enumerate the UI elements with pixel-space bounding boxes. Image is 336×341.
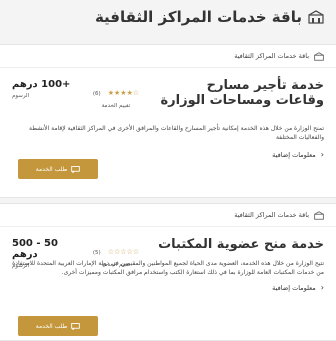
rating-count: (6)	[92, 91, 101, 97]
service-description: تمنح الوزارة من خلال هذه الخدمة إمكانية …	[28, 125, 324, 141]
rating-stars: ☆☆☆☆☆	[107, 248, 140, 256]
price-label: الرسوم	[12, 263, 30, 269]
service-card: باقة خدمات المراكز الثقافية خدمة تأجير م…	[0, 44, 336, 198]
more-info-link[interactable]: ‹ معلومات إضافية	[0, 150, 336, 159]
card-category: باقة خدمات المراكز الثقافية	[0, 45, 336, 68]
price-label: الرسوم	[12, 93, 30, 99]
more-info-label: معلومات إضافية	[272, 150, 316, 159]
page-header: باقة خدمات المراكز الثقافية	[0, 0, 336, 34]
chevron-left-icon: ‹	[320, 150, 324, 159]
building-icon	[308, 10, 324, 24]
request-service-button[interactable]: طلب الخدمة	[18, 159, 98, 179]
rating-label: تقييم الخدمة	[101, 262, 131, 268]
service-title[interactable]: خدمة تأجير مسارح وقاعات ومساحات الوزارة	[154, 78, 325, 108]
more-info-label: معلومات إضافية	[272, 283, 316, 292]
service-rating: ☆☆☆☆☆ (5) تقييم الخدمة	[86, 239, 146, 268]
service-title[interactable]: خدمة منح عضوية المكتبات	[154, 237, 324, 252]
card-category: باقة خدمات المراكز الثقافية	[0, 204, 336, 227]
more-info-link[interactable]: ‹ معلومات إضافية	[0, 283, 336, 292]
service-price: +100 درهم الرسوم	[12, 79, 82, 99]
category-label: باقة خدمات المراكز الثقافية	[234, 211, 309, 219]
building-icon	[314, 51, 324, 61]
category-label: باقة خدمات المراكز الثقافية	[234, 52, 309, 60]
service-rating: ★★★★☆ (6) تقييم الخدمة	[86, 80, 146, 109]
chat-icon	[71, 322, 81, 330]
request-service-button[interactable]: طلب الخدمة	[18, 316, 98, 336]
rating-stars: ★★★★☆	[107, 89, 140, 97]
request-service-label: طلب الخدمة	[35, 165, 68, 173]
request-service-label: طلب الخدمة	[35, 322, 68, 330]
page-title: باقة خدمات المراكز الثقافية	[94, 8, 302, 26]
building-icon	[314, 210, 324, 220]
service-card: باقة خدمات المراكز الثقافية خدمة منح عضو…	[0, 203, 336, 341]
rating-count: (5)	[92, 250, 101, 256]
price-amount: +100 درهم	[12, 79, 71, 90]
rating-label: تقييم الخدمة	[101, 103, 131, 109]
service-price: 50 - 500 درهم الرسوم	[12, 238, 82, 269]
chat-icon	[71, 165, 81, 173]
price-amount: 50 - 500 درهم	[12, 238, 58, 260]
chevron-left-icon: ‹	[320, 283, 324, 292]
